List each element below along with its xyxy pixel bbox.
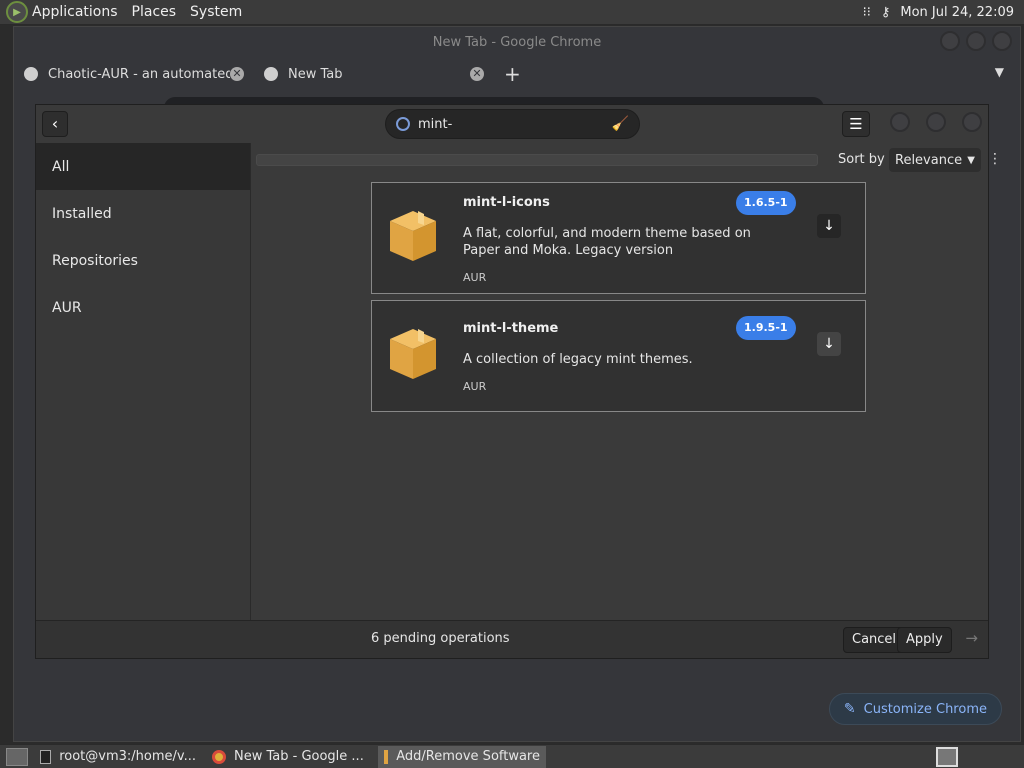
- menu-button[interactable]: ☰: [842, 111, 870, 137]
- new-tab-button[interactable]: +: [504, 62, 521, 86]
- arrow-right-icon[interactable]: →: [965, 629, 978, 647]
- package-repo: AUR: [463, 271, 487, 284]
- taskbar-item-chrome[interactable]: New Tab - Google ...: [206, 746, 374, 768]
- progress-bar: [256, 154, 818, 166]
- clock[interactable]: Mon Jul 24, 22:09: [900, 5, 1014, 20]
- terminal-icon: [40, 749, 52, 764]
- package-icon: [384, 749, 389, 764]
- search-icon: [396, 117, 410, 131]
- taskbar-label: Add/Remove Software: [396, 749, 540, 764]
- package-list-pane: Sort by Relevance ▼ ⋮ mint-l-icons A fla…: [252, 143, 1002, 621]
- package-description: A flat, colorful, and modern theme based…: [463, 226, 751, 258]
- close-tab-icon[interactable]: ✕: [230, 67, 244, 81]
- maximize-button[interactable]: [966, 31, 986, 51]
- show-desktop-button[interactable]: [6, 747, 28, 766]
- package-icon: [390, 211, 436, 261]
- chevron-down-icon: ▼: [967, 154, 975, 166]
- transaction-bar: 6 pending operations Cancel Apply →: [36, 620, 988, 658]
- workspace-switcher[interactable]: [936, 747, 958, 767]
- sidebar-item-installed[interactable]: Installed: [36, 190, 250, 237]
- chrome-icon: [264, 67, 278, 81]
- sidebar-item-repositories[interactable]: Repositories: [36, 237, 250, 284]
- key-icon[interactable]: ⚷: [881, 5, 891, 20]
- maximize-button[interactable]: [926, 112, 946, 132]
- tab-label: New Tab: [288, 66, 343, 82]
- taskbar-label: New Tab - Google ...: [234, 749, 364, 764]
- pending-operations: 6 pending operations: [371, 631, 510, 646]
- back-button[interactable]: ‹: [42, 111, 68, 137]
- close-button[interactable]: [962, 112, 982, 132]
- tab-chaotic-aur[interactable]: Chaotic-AUR - an automated ✕: [14, 57, 254, 91]
- chrome-titlebar: New Tab - Google Chrome: [14, 27, 1020, 57]
- list-toolbar: Sort by Relevance ▼ ⋮: [252, 143, 1002, 177]
- apply-button[interactable]: Apply: [897, 627, 952, 653]
- sort-label: Sort by: [838, 152, 885, 167]
- cancel-button[interactable]: Cancel: [843, 627, 906, 653]
- chrome-icon: [212, 749, 226, 764]
- version-badge: 1.6.5-1: [736, 191, 796, 215]
- package-row[interactable]: mint-l-theme A collection of legacy mint…: [371, 300, 866, 412]
- brightness-icon[interactable]: ⁝⁝: [863, 5, 871, 20]
- package-name: mint-l-theme: [463, 321, 559, 336]
- tab-new-tab[interactable]: New Tab ✕: [254, 57, 494, 91]
- package-icon: [390, 329, 436, 379]
- package-row[interactable]: mint-l-icons A flat, colorful, and moder…: [371, 182, 866, 294]
- taskbar-label: root@vm3:/home/v...: [59, 749, 196, 764]
- customize-label: Customize Chrome: [863, 701, 987, 717]
- sidebar-item-aur[interactable]: AUR: [36, 284, 250, 331]
- package-name: mint-l-icons: [463, 195, 550, 210]
- window-title: New Tab - Google Chrome: [432, 34, 602, 50]
- search-field[interactable]: mint- 🧹: [385, 109, 640, 139]
- sort-select[interactable]: Relevance ▼: [889, 148, 981, 172]
- sort-value: Relevance: [895, 152, 963, 168]
- sidebar-item-all[interactable]: All: [36, 143, 250, 190]
- pencil-icon: ✎: [843, 701, 856, 717]
- tab-label: Chaotic-AUR - an automated: [48, 66, 230, 82]
- add-remove-software-window: ‹ mint- 🧹 ☰ All Installed Repositories A…: [35, 104, 1002, 659]
- menu-system[interactable]: System: [190, 4, 242, 20]
- more-options-icon[interactable]: ⋮: [988, 151, 1002, 167]
- package-repo: AUR: [463, 380, 487, 393]
- close-button[interactable]: [992, 31, 1012, 51]
- clear-icon[interactable]: 🧹: [612, 116, 629, 132]
- taskbar-item-software[interactable]: Add/Remove Software: [378, 745, 546, 768]
- minimize-button[interactable]: [890, 112, 910, 132]
- version-badge: 1.9.5-1: [736, 316, 796, 340]
- close-tab-icon[interactable]: ✕: [470, 67, 484, 81]
- download-arrow-icon[interactable]: ↓: [817, 332, 841, 356]
- menu-applications[interactable]: Applications: [32, 4, 118, 20]
- pamac-header: ‹ mint- 🧹 ☰: [36, 105, 988, 143]
- distro-logo-icon[interactable]: ▶: [6, 1, 28, 23]
- sidebar: All Installed Repositories AUR: [36, 143, 251, 621]
- top-panel: ▶ Applications Places System ⁝⁝ ⚷ Mon Ju…: [0, 0, 1024, 25]
- package-description: A collection of legacy mint themes.: [463, 352, 693, 367]
- minimize-button[interactable]: [940, 31, 960, 51]
- taskbar-item-terminal[interactable]: root@vm3:/home/v...: [34, 746, 202, 768]
- globe-icon: [24, 67, 38, 81]
- chevron-down-icon[interactable]: ▼: [995, 65, 1004, 79]
- tab-strip: Chaotic-AUR - an automated ✕ New Tab ✕ +…: [14, 57, 1020, 91]
- download-arrow-icon[interactable]: ↓: [817, 214, 841, 238]
- taskbar: root@vm3:/home/v... New Tab - Google ...…: [0, 744, 1024, 768]
- search-value: mint-: [418, 116, 453, 132]
- menu-places[interactable]: Places: [132, 4, 177, 20]
- customize-chrome-button[interactable]: ✎ Customize Chrome: [828, 693, 1002, 725]
